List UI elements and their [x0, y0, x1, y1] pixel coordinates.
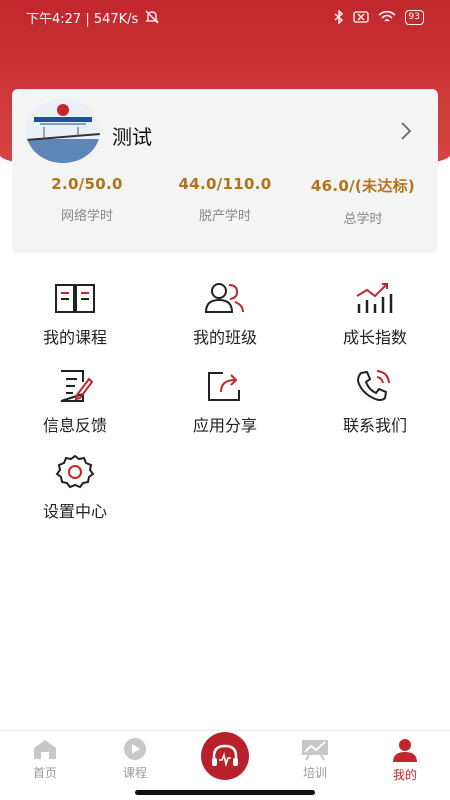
status-text: 下午4:27 | 547K/s	[26, 11, 139, 27]
training-icon	[302, 740, 328, 761]
menu-label: 我的课程	[42, 328, 107, 347]
menu-label: 成长指数	[342, 328, 407, 347]
tab-mine[interactable]: 我的	[370, 737, 440, 783]
tab-training[interactable]: 培训	[280, 737, 350, 781]
menu-my-class[interactable]: 我的班级	[150, 280, 300, 360]
menu-label: 联系我们	[342, 416, 407, 435]
stat-label: 网络学时	[60, 209, 113, 224]
tab-label: 培训	[302, 766, 327, 780]
stat-value: 2.0/50.0	[51, 175, 123, 193]
user-name: 测试	[112, 125, 152, 149]
sim-x-icon	[352, 11, 369, 23]
bluetooth-icon	[334, 10, 343, 24]
chart-icon	[356, 283, 393, 313]
tab-label: 首页	[32, 766, 57, 780]
stat-value: 46.0/(未达标)	[310, 177, 416, 195]
menu-label: 设置中心	[42, 502, 107, 521]
center-audio-button[interactable]	[201, 732, 249, 780]
edit-doc-icon	[60, 370, 94, 402]
menu-label: 信息反馈	[42, 416, 107, 435]
gear-icon	[55, 454, 95, 489]
play-icon	[124, 738, 146, 760]
menu-label: 应用分享	[192, 416, 257, 435]
book-icon	[55, 284, 95, 313]
stat-online-hours: 2.0/50.0 网络学时	[22, 175, 152, 227]
home-indicator	[135, 790, 315, 795]
share-icon	[208, 372, 240, 401]
stat-label: 脱产学时	[198, 209, 251, 224]
tab-label: 我的	[392, 768, 417, 782]
menu-my-courses[interactable]: 我的课程	[0, 280, 150, 360]
headphones-icon	[212, 744, 238, 767]
stat-offline-hours: 44.0/110.0 脱产学时	[160, 175, 290, 227]
tab-label: 课程	[122, 766, 147, 780]
menu-label: 我的班级	[192, 328, 257, 347]
menu-settings[interactable]: 设置中心	[0, 454, 150, 534]
menu-app-share[interactable]: 应用分享	[150, 368, 300, 448]
users-icon	[204, 283, 244, 313]
menu-growth-index[interactable]: 成长指数	[300, 280, 450, 360]
status-bar: 下午4:27 | 547K/s 93	[0, 0, 450, 34]
menu-feedback[interactable]: 信息反馈	[0, 368, 150, 448]
battery-indicator: 93	[404, 9, 424, 25]
chevron-right-icon[interactable]	[396, 119, 416, 143]
stat-label: 总学时	[343, 212, 383, 227]
tab-home[interactable]: 首页	[10, 737, 80, 781]
study-hours-stats: 2.0/50.0 网络学时 44.0/110.0 脱产学时 46.0/(未达标)…	[12, 175, 438, 227]
school-logo-image	[26, 99, 100, 163]
stat-total-hours: 46.0/(未达标) 总学时	[298, 175, 428, 227]
stat-value: 44.0/110.0	[178, 175, 272, 193]
user-icon	[393, 739, 417, 762]
wifi-icon	[378, 10, 396, 22]
mute-icon	[145, 10, 159, 24]
menu-contact-us[interactable]: 联系我们	[300, 368, 450, 448]
phone-icon	[356, 370, 390, 401]
home-icon	[34, 740, 56, 759]
profile-card[interactable]: 测试 2.0/50.0 网络学时 44.0/110.0 脱产学时 46.0/(未…	[12, 89, 438, 253]
tab-courses[interactable]: 课程	[100, 737, 170, 781]
avatar[interactable]	[26, 99, 100, 163]
